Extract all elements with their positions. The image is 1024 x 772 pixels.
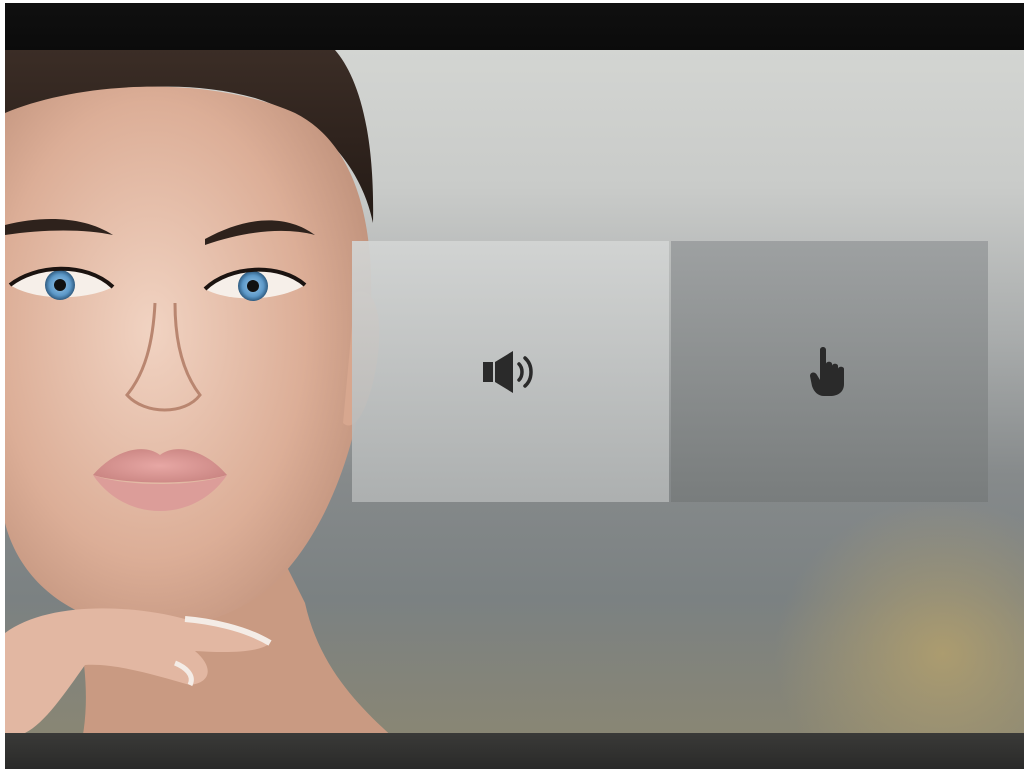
bottom-bar xyxy=(5,733,1024,769)
touch-tile[interactable] xyxy=(671,241,988,502)
sound-tile[interactable] xyxy=(352,241,669,502)
app-frame xyxy=(5,3,1024,769)
pointer-hand-icon xyxy=(809,346,850,398)
speaker-icon xyxy=(482,349,539,395)
